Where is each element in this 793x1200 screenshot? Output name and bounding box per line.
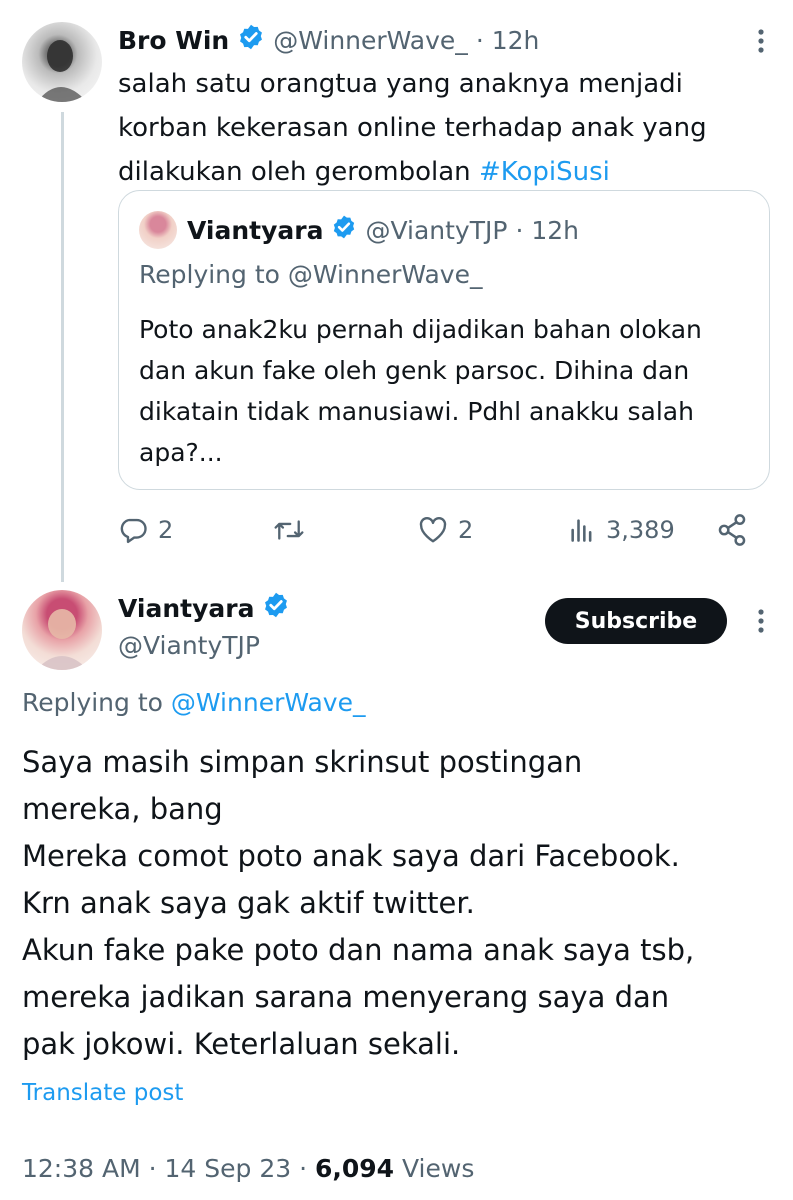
- avatar-viantyara[interactable]: [22, 590, 102, 670]
- tweet-line: Krn anak saya gak aktif twitter.: [22, 886, 475, 920]
- retweet-icon: [272, 515, 306, 545]
- author-name[interactable]: Viantyara: [118, 594, 254, 623]
- parent-tweet-header: Bro Win @WinnerWave_ · 12h: [118, 22, 539, 58]
- quoted-tweet-header: Viantyara @ViantyTJP · 12h: [187, 211, 579, 249]
- tweet-meta: 12:38 AM · 14 Sep 23 · 6,094 Views: [22, 1150, 474, 1188]
- replying-prefix: Replying to: [22, 688, 171, 717]
- analytics-icon: [568, 516, 596, 544]
- author-handle[interactable]: @ViantyTJP: [118, 626, 290, 666]
- like-count: 2: [458, 516, 474, 544]
- parent-tweet-text: salah satu orangtua yang anaknya menjadi…: [118, 62, 758, 194]
- reply-button[interactable]: 2: [118, 510, 173, 550]
- tweet-line: Mereka comot poto anak saya dari Faceboo…: [22, 839, 680, 873]
- reply-count: 2: [158, 516, 174, 544]
- verified-badge-icon: [331, 214, 357, 246]
- quoted-author-handle: @ViantyTJP: [365, 215, 508, 245]
- tweet-line: Akun fake pake poto dan nama anak saya t…: [22, 933, 695, 967]
- hashtag-link[interactable]: #KopiSusi: [479, 157, 610, 187]
- views-button[interactable]: 3,389: [568, 510, 675, 550]
- avatar-browin[interactable]: [22, 22, 102, 102]
- quoted-author-name: Viantyara: [187, 215, 324, 245]
- author-name[interactable]: Bro Win: [118, 26, 229, 55]
- like-button[interactable]: 2: [418, 510, 473, 550]
- main-tweet-author: Viantyara @ViantyTJP: [118, 590, 290, 666]
- quoted-replying-to: Replying to @WinnerWave_: [139, 255, 482, 295]
- more-options-icon[interactable]: [750, 26, 772, 56]
- verified-badge-icon: [262, 591, 290, 625]
- author-handle[interactable]: @WinnerWave_: [273, 26, 468, 55]
- views-label: Views: [394, 1154, 475, 1183]
- avatar-viantyara-small: [139, 211, 177, 249]
- tweet-line: pak jokowi. Keterlaluan sekali.: [22, 1027, 461, 1061]
- share-icon[interactable]: [716, 513, 748, 547]
- reply-icon: [118, 515, 148, 545]
- replying-handle: @WinnerWave_: [287, 260, 483, 289]
- tweet-line: mereka jadikan sarana menyerang saya dan: [22, 980, 670, 1014]
- thread-connector-line: [61, 112, 64, 582]
- replying-prefix: Replying to: [139, 260, 288, 289]
- retweet-button[interactable]: [272, 510, 306, 550]
- parent-tweet-body: salah satu orangtua yang anaknya menjadi…: [118, 69, 707, 187]
- views-count: 6,094: [314, 1154, 395, 1183]
- tweet-line: Saya masih simpan skrinsut postingan: [22, 745, 583, 779]
- quoted-tweet-text: Poto anak2ku pernah dijadikan bahan olok…: [139, 315, 702, 467]
- translate-post-link[interactable]: Translate post: [22, 1076, 183, 1110]
- subscribe-button[interactable]: Subscribe: [545, 598, 727, 644]
- replying-handle-link[interactable]: @WinnerWave_: [171, 688, 366, 717]
- tweet-timestamp[interactable]: 12:38 AM · 14 Sep 23 ·: [22, 1154, 315, 1183]
- heart-icon: [418, 516, 448, 544]
- tweet-line: mereka, bang: [22, 792, 223, 826]
- views-count: 3,389: [606, 516, 675, 544]
- quoted-tweet-time: · 12h: [515, 215, 580, 245]
- main-replying-to: Replying to @WinnerWave_: [22, 684, 365, 722]
- main-tweet-text: Saya masih simpan skrinsut postingan mer…: [22, 739, 782, 1068]
- tweet-time[interactable]: · 12h: [476, 26, 540, 55]
- quoted-tweet-card[interactable]: Viantyara @ViantyTJP · 12h Replying to @…: [118, 190, 770, 490]
- more-options-icon[interactable]: [750, 606, 772, 636]
- verified-badge-icon: [237, 23, 265, 57]
